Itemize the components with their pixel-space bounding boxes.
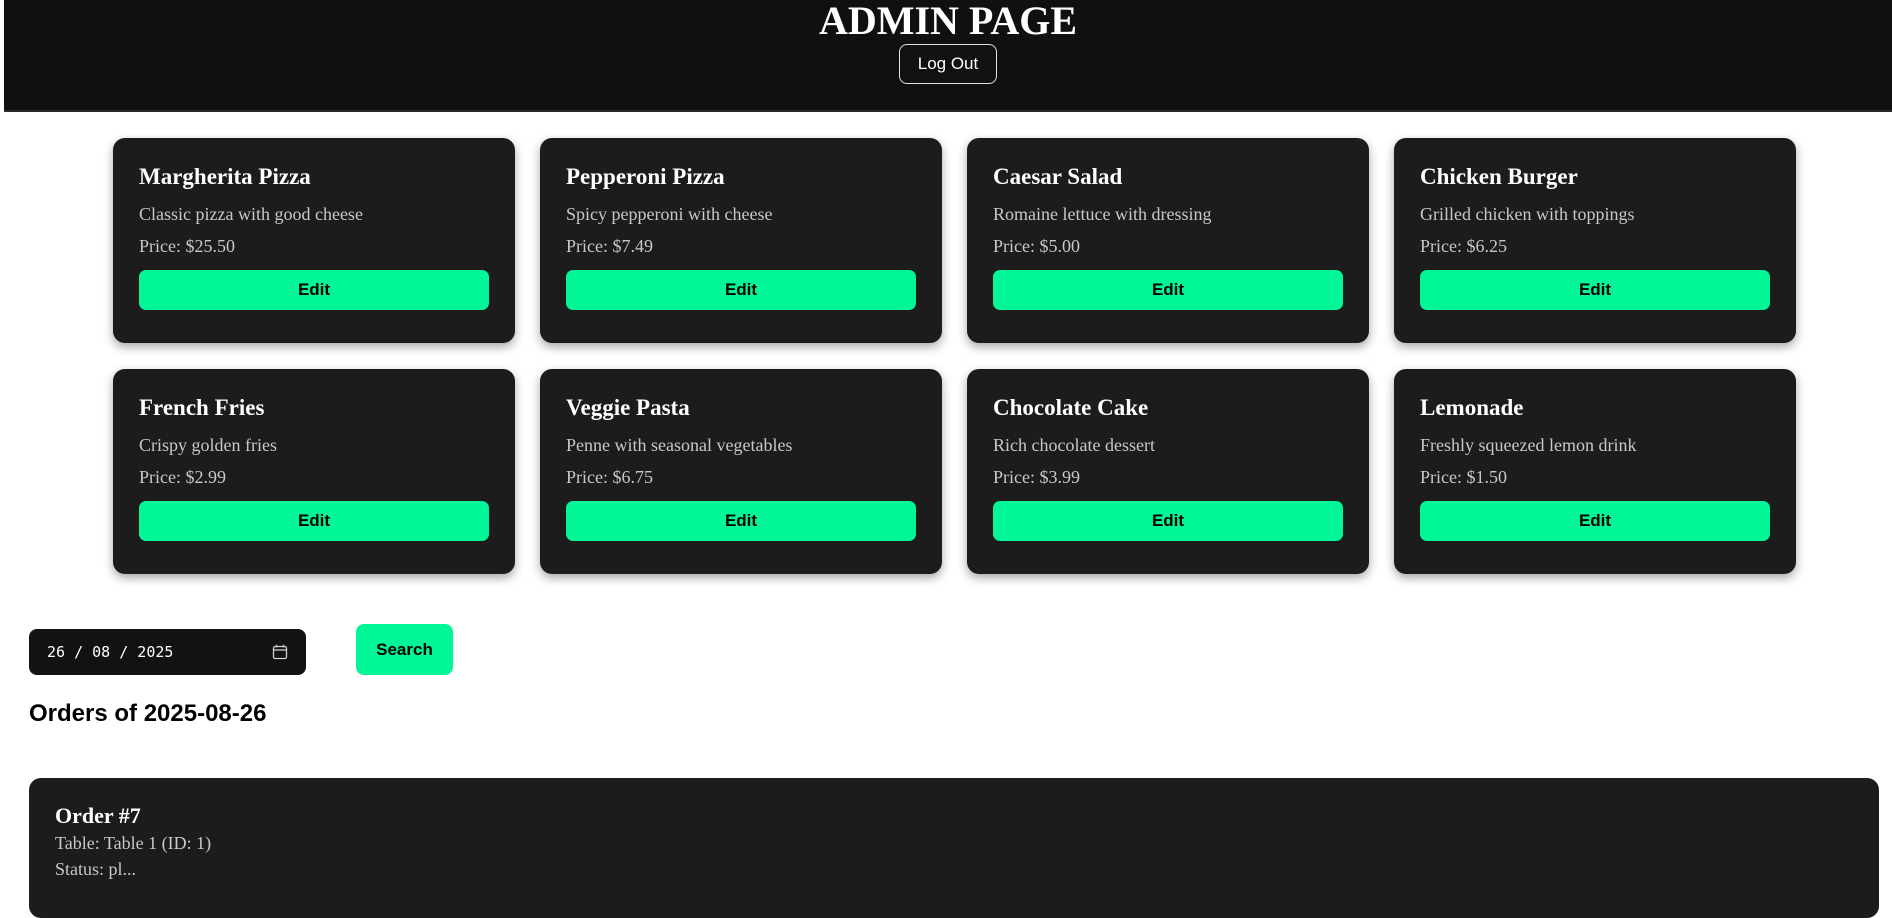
menu-card: Chicken Burger Grilled chicken with topp… [1394, 138, 1796, 343]
menu-item-name: Caesar Salad [993, 164, 1123, 189]
edit-button[interactable]: Edit [566, 270, 916, 310]
menu-item-name: Margherita Pizza [139, 164, 311, 189]
menu-card: Lemonade Freshly squeezed lemon drink Pr… [1394, 369, 1796, 574]
menu-item-description: Grilled chicken with toppings [1420, 204, 1635, 224]
orders-heading: Orders of 2025-08-26 [29, 700, 267, 727]
menu-item-price: Price: $7.49 [566, 236, 653, 256]
menu-item-name: Chicken Burger [1420, 164, 1578, 189]
menu-card: Pepperoni Pizza Spicy pepperoni with che… [540, 138, 942, 343]
menu-item-description: Penne with seasonal vegetables [566, 435, 793, 455]
menu-card: Veggie Pasta Penne with seasonal vegetab… [540, 369, 942, 574]
menu-item-name: French Fries [139, 395, 265, 420]
menu-item-description: Classic pizza with good cheese [139, 204, 363, 224]
menu-item-price: Price: $5.00 [993, 236, 1080, 256]
menu-item-description: Spicy pepperoni with cheese [566, 204, 773, 224]
menu-item-name: Pepperoni Pizza [566, 164, 725, 189]
menu-item-price: Price: $3.99 [993, 467, 1080, 487]
menu-item-price: Price: $2.99 [139, 467, 226, 487]
menu-item-description: Rich chocolate dessert [993, 435, 1155, 455]
edit-button[interactable]: Edit [566, 501, 916, 541]
edit-button[interactable]: Edit [1420, 501, 1770, 541]
order-title: Order #7 [55, 803, 141, 828]
header-bar: ADMIN PAGE Log Out [4, 0, 1892, 112]
menu-item-price: Price: $6.25 [1420, 236, 1507, 256]
menu-item-name: Veggie Pasta [566, 395, 690, 420]
menu-card: Margherita Pizza Classic pizza with good… [113, 138, 515, 343]
edit-button[interactable]: Edit [993, 270, 1343, 310]
menu-grid: Margherita Pizza Classic pizza with good… [113, 138, 1796, 574]
edit-button[interactable]: Edit [139, 270, 489, 310]
calendar-icon[interactable] [272, 644, 288, 660]
date-input[interactable]: 26 / 08 / 2025 [29, 629, 306, 675]
page-title: ADMIN PAGE [818, 0, 1078, 43]
menu-item-name: Lemonade [1420, 395, 1524, 420]
logout-button[interactable]: Log Out [898, 44, 998, 84]
date-value: 26 / 08 / 2025 [47, 643, 174, 661]
menu-card: Caesar Salad Romaine lettuce with dressi… [967, 138, 1369, 343]
edit-button[interactable]: Edit [993, 501, 1343, 541]
order-status: Status: pl... [55, 859, 137, 879]
order-card: Order #7 Table: Table 1 (ID: 1) Status: … [29, 778, 1879, 918]
edit-button[interactable]: Edit [1420, 270, 1770, 310]
search-button[interactable]: Search [356, 624, 453, 675]
order-table: Table: Table 1 (ID: 1) [55, 833, 212, 853]
edit-button[interactable]: Edit [139, 501, 489, 541]
menu-item-price: Price: $1.50 [1420, 467, 1507, 487]
menu-item-price: Price: $25.50 [139, 236, 235, 256]
menu-card: French Fries Crispy golden fries Price: … [113, 369, 515, 574]
menu-item-description: Freshly squeezed lemon drink [1420, 435, 1637, 455]
menu-card: Chocolate Cake Rich chocolate dessert Pr… [967, 369, 1369, 574]
menu-item-description: Crispy golden fries [139, 435, 277, 455]
menu-item-name: Chocolate Cake [993, 395, 1149, 420]
menu-item-description: Romaine lettuce with dressing [993, 204, 1212, 224]
menu-item-price: Price: $6.75 [566, 467, 653, 487]
